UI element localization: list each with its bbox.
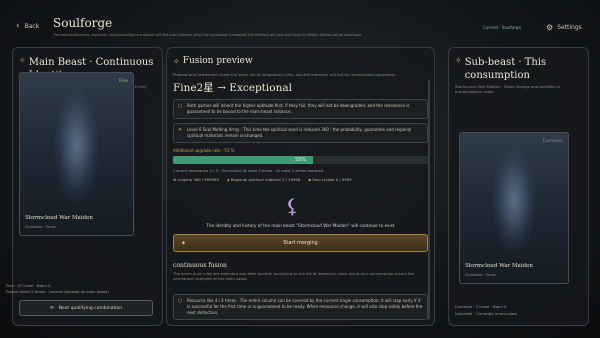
main-beast-stats: Fine · 47 Level · Bond 2 Fusion failed 2… [6,283,151,295]
rarity-badge: Common [542,139,563,144]
sub-beast-desc: Stormcloud War Maiden · Same lineage and… [455,84,561,94]
beast-portrait [492,148,536,253]
back-button[interactable]: ‹ Back [16,21,39,31]
fusion-preview-title: Fusion preview [182,56,253,66]
identity-continuity-text: The identity and history of the main bea… [206,223,395,228]
continuous-fusion-title: continuous fusion [173,262,227,269]
fusion-preview-desc: Preview and settlement share the same se… [173,72,396,77]
beast-portrait [53,89,100,203]
star-icon: ✦ [178,127,183,133]
next-combination-button[interactable]: ⟲ Next qualifying combination [19,300,153,316]
array-note-text: Level 6 Soul Melting Array · This time t… [187,127,412,138]
material-text: Regional spiritual material 3 / 19998 [230,177,301,182]
next-combination-label: Next qualifying combination [58,305,123,311]
sub-beast-title: Sub-beast · This consumption [464,57,547,81]
spark-icon: ✧ [455,56,462,65]
refresh-icon: ⟲ [49,305,54,311]
fusion-result-line: Fine2星 → Exceptional [173,82,292,94]
circle-icon: ○ [178,103,183,109]
start-merging-label: Start merging [283,240,318,246]
circle-icon: ○ [178,298,183,304]
lingsha-text: Lingsha 360 / 999999 [177,177,219,182]
upgrade-rate-bar: 55% [173,156,428,164]
main-beast-stats-line2: Fusion failed 2 times · Locked (allowed … [6,289,109,294]
crystal-resource: ◆ Soul crystal 0 / 9999 [308,177,351,182]
inheritance-note: ○ Both parties will inherit the higher a… [173,99,428,119]
sub-beast-panel: ✧ Sub-beast · This consumption Stormclou… [448,47,589,326]
back-label: Back [24,22,40,30]
sub-beast-stats-line2: Unlocked · Currently unoccupied [455,311,517,316]
sub-beast-stats: Common · 1 Level · Bond 0 Unlocked · Cur… [455,303,585,317]
upgrade-rate-text: 55% [294,157,307,163]
breadcrumb[interactable]: Current · Soulforge [483,25,521,30]
resource-row: ✿ Lingsha 360 / 999999 ◈ Regional spirit… [173,177,352,182]
continuous-fusion-note: ○ Resource like 4 / 4 times · The entire… [173,294,428,320]
rarity-badge: Fine [118,79,128,84]
gear-icon: ⚙ [546,23,554,32]
beast-name: Stormcloud War Maiden [465,263,533,269]
lingsha-resource: ✿ Lingsha 360 / 999999 [173,177,219,182]
fusion-symbol-icon: ⚸ [285,194,300,218]
page-subtitle: The next qualifications, resources, and … [53,33,363,37]
material-resource: ◈ Regional spiritual material 3 / 19998 [227,177,301,182]
sub-beast-card[interactable]: Common Stormcloud War Maiden Guardian · … [459,132,569,284]
beast-role: Guardian · Front [25,224,56,229]
array-note: ✦ Level 6 Soul Melting Array · This time… [173,123,428,143]
spark-icon: ✧ [173,57,180,66]
chevron-left-icon: ‹ [16,21,20,31]
scrollbar[interactable] [428,80,430,320]
sparkle-icon: ✦ [181,240,187,247]
sub-beast-stats-line1: Common · 1 Level · Bond 0 [455,304,507,309]
sub-beast-header: ✧ Sub-beast · This consumption [455,56,585,82]
upgrade-rate-label: Additional upgrade rate · 55 % [173,148,235,153]
continuous-fusion-note-text: Resource like 4 / 4 times · The entire c… [187,298,423,315]
beast-name: Stormcloud War Maiden [25,215,93,221]
fusion-preview-header: ✧ Fusion preview [173,55,253,68]
crystal-text: Soul crystal 0 / 9999 [312,177,352,182]
start-merging-button[interactable]: ✦ Start merging [173,234,428,252]
page-title: Soulforge [53,16,113,30]
inheritance-note-text: Both parties will inherit the higher apt… [187,103,410,114]
fusion-preview-panel: ✧ Fusion preview Preview and settlement … [166,47,435,326]
beast-role: Guardian · Front [465,272,496,277]
settings-button[interactable]: ⚙ Settings [546,23,582,32]
main-beast-card[interactable]: Fine Stormcloud War Maiden Guardian · Fr… [19,72,134,236]
resonance-line: Current resonance 2 / 3 · Successful at … [173,168,324,173]
continuous-fusion-desc: The same pure rules are executed one aft… [173,271,415,281]
top-bar: ‹ Back Soulforge The next qualifications… [0,0,600,44]
settings-label: Settings [557,24,582,31]
